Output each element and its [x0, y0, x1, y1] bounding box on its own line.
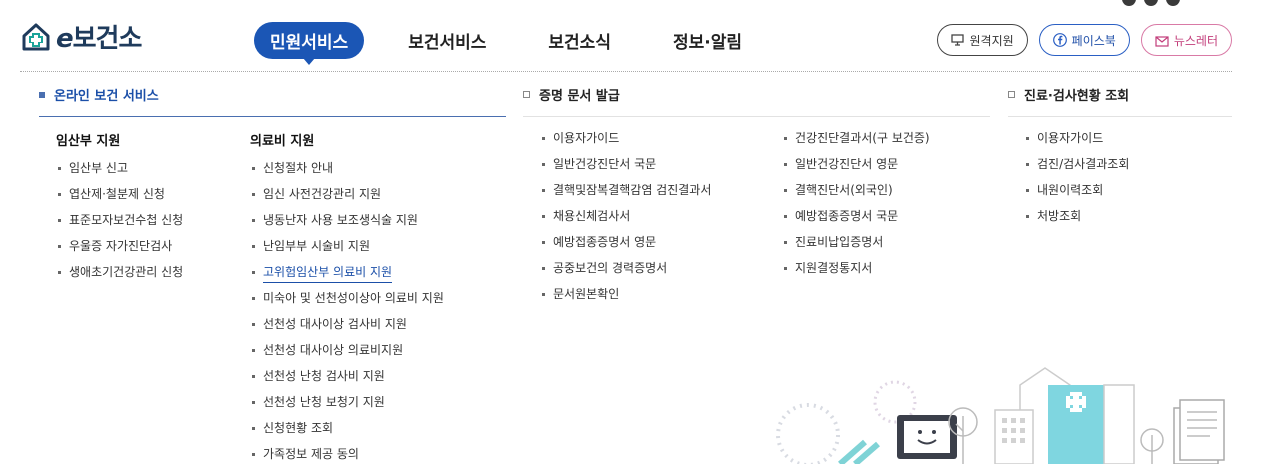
nav-info-notice[interactable]: 정보·알림	[657, 22, 758, 59]
section-inquiry-label: 진료·검사현황 조회	[1024, 89, 1130, 104]
menu-item[interactable]: 검진/검사결과조회	[1024, 151, 1129, 177]
menu-item[interactable]: 임산부 신고	[56, 155, 183, 181]
logo-house-icon	[22, 23, 50, 50]
newsletter-icon	[1155, 34, 1169, 47]
menu-list: 이용자가이드 일반건강진단서 국문 결핵및잠복결핵감염 검진결과서 채용신체검사…	[540, 125, 711, 307]
menu-item[interactable]: 표준모자보건수첩 신청	[56, 207, 183, 233]
top-dot-icon	[1166, 0, 1180, 6]
menu-item[interactable]: 결핵진단서(외국인)	[782, 177, 930, 203]
menu-item-highlighted[interactable]: 고위험임산부 의료비 지원	[250, 259, 444, 285]
menu-item[interactable]: 이용자가이드	[540, 125, 711, 151]
nav-civil-service[interactable]: 민원서비스	[254, 22, 365, 65]
inquiry-col: 이용자가이드 검진/검사결과조회 내원이력조회 처방조회	[1024, 125, 1129, 229]
menu-item[interactable]: 공중보건의 경력증명서	[540, 255, 711, 281]
menu-item[interactable]: 엽산제·철분제 신청	[56, 181, 183, 207]
menu-item[interactable]: 건강진단결과서(구 보건증)	[782, 125, 930, 151]
menu-item[interactable]: 선천성 대사이상 의료비지원	[250, 337, 444, 363]
certificates-col-2: 건강진단결과서(구 보건증) 일반건강진단서 영문 결핵진단서(외국인) 예방접…	[782, 125, 930, 281]
menu-item[interactable]: 우울증 자가진단검사	[56, 233, 183, 259]
menu-item[interactable]: 선천성 대사이상 검사비 지원	[250, 311, 444, 337]
menu-item[interactable]: 신청절차 안내	[250, 155, 444, 181]
remote-support-button[interactable]: 원격지원	[937, 24, 1028, 56]
top-dot-icon	[1122, 0, 1136, 6]
group-heading: 의료비 지원	[250, 134, 315, 149]
menu-list: 신청절차 안내 임신 사전건강관리 지원 냉동난자 사용 보조생식술 지원 난임…	[250, 155, 444, 464]
square-bullet-icon	[523, 91, 530, 98]
menu-item[interactable]: 처방조회	[1024, 203, 1129, 229]
top-icon-row	[1122, 0, 1180, 6]
menu-item[interactable]: 미숙아 및 선천성이상아 의료비 지원	[250, 285, 444, 311]
nav-health-news[interactable]: 보건소식	[532, 22, 627, 59]
main-nav: 민원서비스 보건서비스 보건소식 정보·알림	[254, 22, 788, 65]
menu-item[interactable]: 임신 사전건강관리 지원	[250, 181, 444, 207]
menu-item[interactable]: 예방접종증명서 영문	[540, 229, 711, 255]
monitor-icon	[951, 34, 965, 46]
menu-item[interactable]: 가족정보 제공 동의	[250, 441, 444, 464]
group-medical-expense-support: 의료비 지원 신청절차 안내 임신 사전건강관리 지원 냉동난자 사용 보조생식…	[250, 130, 444, 464]
menu-item[interactable]: 예방접종증명서 국문	[782, 203, 930, 229]
menu-item[interactable]: 일반건강진단서 영문	[782, 151, 930, 177]
menu-item[interactable]: 결핵및잠복결핵감염 검진결과서	[540, 177, 711, 203]
square-bullet-icon	[1008, 91, 1015, 98]
section-certificates-underline	[523, 116, 990, 117]
menu-item[interactable]: 내원이력조회	[1024, 177, 1129, 203]
section-online-service-title[interactable]: 온라인 보건 서비스	[39, 85, 159, 104]
header-divider	[20, 71, 1232, 72]
menu-list: 건강진단결과서(구 보건증) 일반건강진단서 영문 결핵진단서(외국인) 예방접…	[782, 125, 930, 281]
section-certificates-label: 증명 문서 발급	[539, 89, 620, 104]
menu-item[interactable]: 선천성 난청 보청기 지원	[250, 389, 444, 415]
section-certificates-title[interactable]: 증명 문서 발급	[523, 85, 620, 104]
city-illustration	[776, 367, 1225, 464]
top-dot-icon	[1144, 0, 1158, 6]
section-inquiry-underline	[1008, 116, 1232, 117]
menu-item[interactable]: 일반건강진단서 국문	[540, 151, 711, 177]
menu-item[interactable]: 난임부부 시술비 지원	[250, 233, 444, 259]
menu-item[interactable]: 생애초기건강관리 신청	[56, 259, 183, 285]
menu-item[interactable]: 문서원본확인	[540, 281, 711, 307]
utility-links: 원격지원 페이스북 뉴스레터	[937, 24, 1232, 56]
site-logo[interactable]: e보건소	[20, 18, 142, 55]
logo-text: e보건소	[56, 24, 142, 54]
menu-item[interactable]: 채용신체검사서	[540, 203, 711, 229]
menu-item[interactable]: 이용자가이드	[1024, 125, 1129, 151]
square-bullet-icon	[39, 91, 45, 98]
menu-item[interactable]: 냉동난자 사용 보조생식술 지원	[250, 207, 444, 233]
facebook-label: 페이스북	[1071, 33, 1116, 48]
facebook-button[interactable]: 페이스북	[1038, 24, 1130, 56]
facebook-icon	[1052, 33, 1067, 47]
newsletter-label: 뉴스레터	[1173, 33, 1218, 48]
group-heading: 임산부 지원	[56, 134, 121, 149]
group-pregnant-support: 임산부 지원 임산부 신고 엽산제·철분제 신청 표준모자보건수첩 신청 우울증…	[56, 130, 183, 285]
nav-health-service[interactable]: 보건서비스	[392, 22, 502, 59]
menu-item[interactable]: 선천성 난청 검사비 지원	[250, 363, 444, 389]
menu-item[interactable]: 신청현황 조회	[250, 415, 444, 441]
menu-item[interactable]: 지원결정통지서	[782, 255, 930, 281]
certificates-col-1: 이용자가이드 일반건강진단서 국문 결핵및잠복결핵감염 검진결과서 채용신체검사…	[540, 125, 711, 307]
section-online-underline	[39, 116, 506, 117]
menu-list: 임산부 신고 엽산제·철분제 신청 표준모자보건수첩 신청 우울증 자가진단검사…	[56, 155, 183, 285]
section-inquiry-title[interactable]: 진료·검사현황 조회	[1008, 85, 1129, 104]
section-online-service-label: 온라인 보건 서비스	[54, 89, 159, 104]
remote-support-label: 원격지원	[969, 33, 1014, 48]
menu-item[interactable]: 진료비납입증명서	[782, 229, 930, 255]
newsletter-button[interactable]: 뉴스레터	[1140, 24, 1232, 56]
menu-list: 이용자가이드 검진/검사결과조회 내원이력조회 처방조회	[1024, 125, 1129, 229]
